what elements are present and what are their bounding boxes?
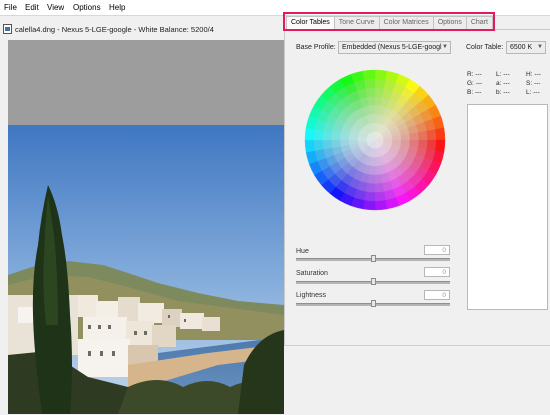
color-wheel-segment[interactable]: [365, 87, 376, 98]
readout-hsl: H: --- S: --- L: ---: [526, 71, 541, 96]
chevron-down-icon: ▼: [537, 44, 543, 50]
color-table-list[interactable]: [467, 104, 548, 310]
menu-file[interactable]: File: [4, 3, 17, 12]
base-profile-label: Base Profile:: [296, 44, 336, 51]
readout-lab: L: --- a: --- b: ---: [496, 71, 510, 96]
color-wheel-segment[interactable]: [435, 127, 446, 141]
base-profile-value: Embedded (Nexus 5-LGE-googl: [342, 44, 442, 51]
hue-value-field[interactable]: 0: [424, 245, 450, 255]
color-wheel-segment[interactable]: [374, 191, 386, 202]
color-wheel-segment[interactable]: [322, 139, 333, 150]
color-wheel-segment[interactable]: [374, 182, 385, 193]
base-profile-select[interactable]: Embedded (Nexus 5-LGE-googl ▼: [338, 41, 451, 54]
color-wheel-segment[interactable]: [362, 69, 376, 80]
color-wheel-segment[interactable]: [374, 174, 383, 184]
lightness-slider-thumb[interactable]: [371, 300, 376, 307]
color-wheel-segment[interactable]: [304, 139, 315, 153]
image-file-icon: [3, 24, 12, 34]
color-wheel-segment[interactable]: [374, 78, 386, 89]
saturation-label: Saturation: [296, 270, 328, 277]
menu-help[interactable]: Help: [109, 3, 125, 12]
color-wheel-segment[interactable]: [409, 132, 419, 141]
color-table-select[interactable]: 6500 K ▼: [506, 41, 546, 54]
color-wheel-segment[interactable]: [364, 191, 376, 202]
document-title: calella4.dng - Nexus 5-LGE-google - Whit…: [15, 24, 214, 34]
color-wheel-segment[interactable]: [364, 78, 376, 89]
color-wheel-segment[interactable]: [362, 200, 376, 211]
menu-options[interactable]: Options: [73, 3, 101, 12]
color-wheel-segment[interactable]: [417, 130, 428, 141]
lightness-value-field[interactable]: 0: [424, 290, 450, 300]
readout-rgb: R: --- G: --- B: ---: [467, 71, 483, 96]
color-wheel-segment[interactable]: [435, 139, 446, 153]
color-wheel-segment[interactable]: [331, 139, 341, 148]
color-wheel-segment[interactable]: [313, 139, 324, 151]
hue-label: Hue: [296, 248, 309, 255]
color-wheel-segment[interactable]: [426, 139, 437, 151]
color-wheel-segment[interactable]: [426, 129, 437, 141]
chevron-down-icon: ▼: [442, 44, 448, 50]
document-tab[interactable]: calella4.dng - Nexus 5-LGE-google - Whit…: [3, 22, 214, 36]
hue-slider-thumb[interactable]: [371, 255, 376, 262]
tab-highlight-box: [283, 12, 495, 31]
color-wheel[interactable]: [304, 65, 446, 215]
photo-preview[interactable]: [8, 125, 284, 414]
color-wheel-segment[interactable]: [367, 96, 376, 106]
color-wheel-segment[interactable]: [374, 69, 388, 80]
color-table-value: 6500 K: [510, 44, 533, 51]
color-wheel-segment[interactable]: [374, 200, 388, 211]
color-wheel-segment[interactable]: [313, 129, 324, 141]
color-wheel-segment[interactable]: [304, 127, 315, 141]
menu-view[interactable]: View: [47, 3, 64, 12]
saturation-slider-thumb[interactable]: [371, 278, 376, 285]
lightness-label: Lightness: [296, 292, 326, 299]
saturation-value-field[interactable]: 0: [424, 267, 450, 277]
bottom-panel: [284, 345, 550, 415]
menu-edit[interactable]: Edit: [25, 3, 39, 12]
color-table-label: Color Table:: [466, 44, 504, 51]
